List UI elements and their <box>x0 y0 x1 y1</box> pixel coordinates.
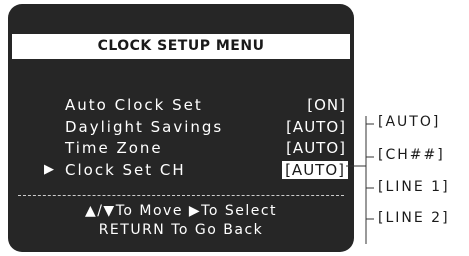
menu-item-label: Daylight Savings <box>65 118 224 136</box>
menu-item-label: Clock Set CH <box>65 161 186 179</box>
menu-item-daylight-savings[interactable]: Daylight Savings [AUTO] <box>8 117 354 137</box>
option-ch: [CH##] <box>378 147 445 163</box>
selection-pointer-icon: ▶ <box>44 162 54 177</box>
option-line-1: [LINE 1] <box>378 179 450 195</box>
menu-item-value: [AUTO] <box>286 139 346 157</box>
menu-item-auto-clock-set[interactable]: Auto Clock Set [ON] <box>8 95 354 115</box>
divider <box>18 195 344 196</box>
option-line-2: [LINE 2] <box>378 210 450 226</box>
option-auto: [AUTO] <box>378 114 441 130</box>
menu-title: CLOCK SETUP MENU <box>12 34 350 59</box>
menu-item-value-selected[interactable]: [AUTO] <box>282 161 348 179</box>
menu-item-time-zone[interactable]: Time Zone [AUTO] <box>8 138 354 158</box>
clock-setup-menu-panel: CLOCK SETUP MENU Auto Clock Set [ON] Day… <box>8 4 354 252</box>
menu-item-clock-set-ch[interactable]: ▶ Clock Set CH [AUTO] <box>8 160 354 180</box>
help-return-text: RETURN To Go Back <box>98 222 264 238</box>
help-navigation-text: ▲/▼To Move ▶To Select <box>84 203 278 219</box>
menu-item-label: Auto Clock Set <box>65 96 203 114</box>
options-connector-lines <box>346 116 374 244</box>
menu-item-label: Time Zone <box>65 139 163 157</box>
menu-item-value: [AUTO] <box>286 118 346 136</box>
menu-item-value: [ON] <box>307 96 346 114</box>
